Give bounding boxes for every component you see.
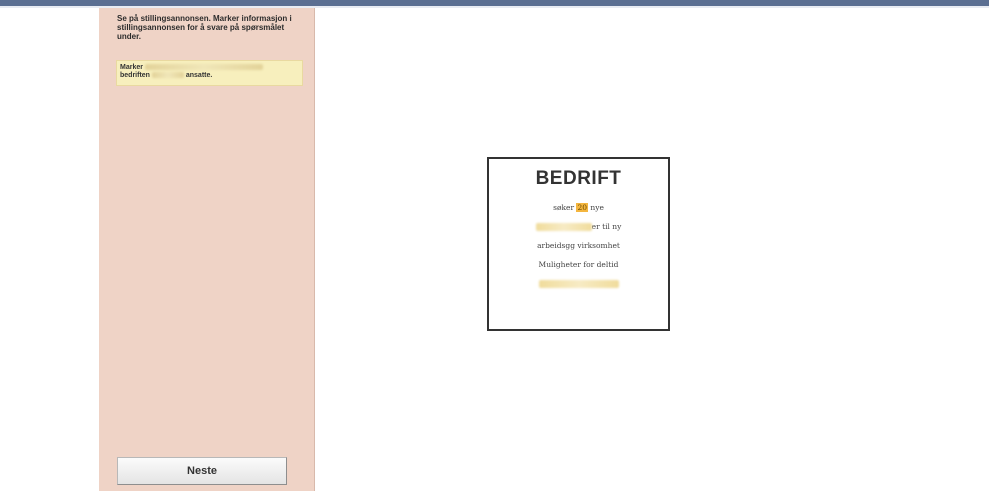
instruction-text: Se på stillingsannonsen. Marker informas…	[117, 14, 292, 41]
ad-line-1-pre[interactable]: søker	[553, 203, 574, 212]
next-button[interactable]: Neste	[117, 457, 287, 485]
task-sidebar: Se på stillingsannonsen. Marker informas…	[99, 8, 315, 491]
ad-line-5[interactable]	[489, 274, 668, 293]
task-prefix: Marker	[120, 64, 143, 71]
ad-title: BEDRIFT	[535, 168, 622, 189]
task-line2-start: bedriften	[120, 72, 150, 79]
task-box: Marker bedriften ansatte.	[116, 60, 303, 86]
ad-redacted-contact[interactable]	[538, 280, 619, 288]
ad-line-2-post[interactable]: er til ny	[592, 222, 622, 231]
ad-line-1[interactable]: søker 20 nye	[489, 198, 668, 217]
ad-line-1-post[interactable]: nye	[590, 203, 604, 212]
ad-line-2[interactable]: er til ny	[489, 217, 668, 236]
task-redacted-text	[144, 64, 263, 71]
ad-line-3[interactable]: arbeidsgg virksomhet	[489, 236, 668, 255]
ad-highlighted-number[interactable]: 20	[576, 203, 588, 212]
job-ad: BEDRIFT søker 20 nye er til ny arbeidsgg…	[487, 157, 670, 331]
task-redacted-word	[151, 72, 184, 79]
ad-redacted-role[interactable]	[535, 223, 592, 231]
ad-body: søker 20 nye er til ny arbeidsgg virksom…	[489, 198, 668, 293]
task-line2-end: ansatte.	[185, 72, 213, 79]
ad-line-4[interactable]: Muligheter for deltid	[489, 255, 668, 274]
